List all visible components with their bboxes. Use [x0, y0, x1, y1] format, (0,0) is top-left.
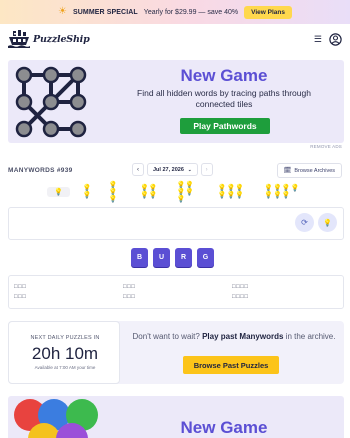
availability-note: Available at 7:00 AM your time	[34, 365, 96, 370]
hint-level-1[interactable]: 💡	[47, 187, 70, 197]
play-pathwords-button[interactable]: Play Pathwords	[180, 118, 270, 134]
countdown-card: NEXT DAILY PUZZLES IN 20h 10m Available …	[8, 321, 120, 384]
date-select[interactable]: Jul 27, 2026 ⌄	[147, 163, 198, 176]
letter-tile[interactable]: U	[153, 248, 170, 267]
ad-headline: New Game	[180, 66, 268, 85]
word-slot: □□□	[14, 284, 27, 290]
letter-tile[interactable]: G	[197, 248, 214, 267]
ad-description-line-1: Find all hidden words by tracing paths t…	[137, 88, 311, 98]
word-slot: □□□	[123, 294, 136, 300]
word-slot: □□□	[14, 294, 27, 300]
promo-title: SUMMER SPECIAL	[73, 8, 138, 16]
browse-past-puzzles-button[interactable]: Browse Past Puzzles	[183, 356, 279, 374]
archive-message-bold: Play past Manywords	[202, 332, 284, 341]
ship-logo-icon	[8, 30, 30, 48]
countdown-label: NEXT DAILY PUZZLES IN	[30, 335, 100, 341]
hint-levels: 💡 💡💡 💡💡💡 💡💡💡💡 💡💡💡💡💡 💡💡💡💡💡💡 💡💡💡💡💡💡💡	[47, 182, 303, 203]
hint-level-4[interactable]: 💡💡💡💡	[137, 185, 163, 199]
next-day-button[interactable]: ›	[200, 163, 213, 176]
puzzle-toolbar: MANYWORDS #939 ‹ Jul 27, 2026 ⌄ › 🗓 Brow…	[8, 162, 344, 179]
letter-tile[interactable]: R	[175, 248, 192, 267]
pathwords-grid-graphic	[15, 66, 87, 138]
found-words-panel: □□□ □□□ □□□ □□□ □□□□ □□□□	[8, 275, 344, 309]
pathwords-ad[interactable]: New Game Find all hidden words by tracin…	[8, 60, 344, 143]
browse-archives-label: Browse Archives	[294, 167, 335, 174]
previous-day-button[interactable]: ‹	[132, 163, 144, 176]
countdown-timer: 20h 10m	[31, 344, 99, 363]
chevron-down-icon: ⌄	[187, 166, 192, 172]
next-puzzle-panel: NEXT DAILY PUZZLES IN 20h 10m Available …	[8, 321, 344, 384]
word-input-area[interactable]: ⟳ 💡	[8, 207, 344, 240]
menu-icon[interactable]: ☰	[314, 34, 322, 44]
hint-level-2[interactable]: 💡💡	[80, 185, 96, 199]
shuffle-icon: ⟳	[301, 218, 308, 227]
word-slot: □□□	[123, 284, 136, 290]
browse-archives-button[interactable]: 🗓 Browse Archives	[276, 163, 342, 178]
hint-level-7[interactable]: 💡💡💡💡💡💡💡	[261, 185, 303, 199]
promo-banner[interactable]: ☀ SUMMER SPECIAL Yearly for $29.99 — sav…	[0, 0, 350, 24]
sun-icon: ☀	[58, 6, 67, 17]
letter-tile[interactable]: B	[131, 248, 148, 267]
letter-tiles: B U R G	[131, 248, 214, 267]
date-navigation: ‹ Jul 27, 2026 ⌄ ›	[132, 163, 213, 176]
lightbulb-icon: 💡	[323, 219, 332, 227]
hint-level-5[interactable]: 💡💡💡💡💡	[173, 182, 204, 203]
date-value: Jul 27, 2026	[153, 166, 184, 173]
word-slot: □□□□	[232, 294, 249, 300]
game-ad[interactable]: New Game	[8, 396, 344, 438]
calendar-icon: 🗓	[283, 168, 292, 174]
ad-description: Find all hidden words by tracing paths t…	[104, 88, 344, 110]
puzzle-title: MANYWORDS #939	[8, 167, 73, 174]
view-plans-button[interactable]: View Plans	[244, 5, 292, 19]
hint-level-3[interactable]: 💡💡💡	[106, 182, 127, 203]
ad-headline-2: New Game	[180, 418, 268, 437]
logo[interactable]: PuzzleShip	[8, 30, 90, 48]
hint-button[interactable]: 💡	[318, 213, 337, 232]
remove-ads-link[interactable]: REMOVE ADS	[310, 144, 342, 149]
archive-message-prefix: Don't want to wait?	[132, 332, 203, 341]
brand-name: PuzzleShip	[33, 33, 90, 45]
archive-message-suffix: in the archive.	[283, 332, 336, 341]
ad-description-line-2: connected tiles	[195, 99, 253, 109]
word-slot: □□□□	[232, 284, 249, 290]
archive-message: Don't want to wait? Play past Manywords …	[130, 331, 338, 342]
account-icon[interactable]	[329, 32, 342, 46]
site-header: PuzzleShip ☰	[0, 24, 350, 54]
promo-offer: Yearly for $29.99 — save 40%	[143, 8, 239, 16]
shuffle-button[interactable]: ⟳	[295, 213, 314, 232]
hint-level-6[interactable]: 💡💡💡💡💡💡	[215, 185, 252, 199]
